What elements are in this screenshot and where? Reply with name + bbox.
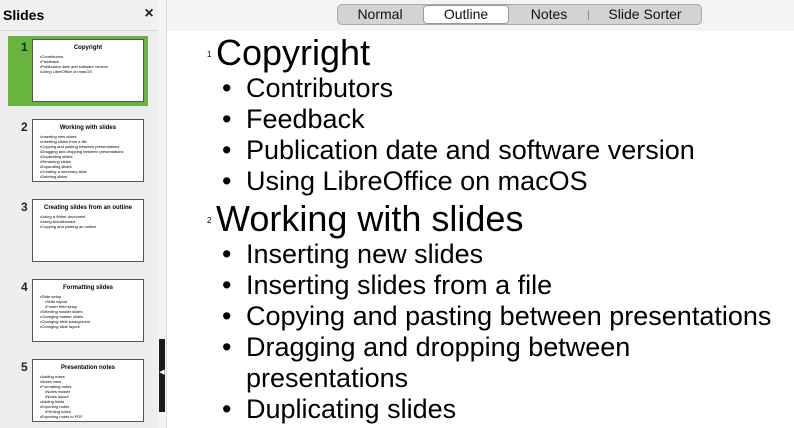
slide-number: 4 <box>21 280 28 294</box>
outline-bullet[interactable]: Copying and pasting between presentation… <box>246 301 771 332</box>
thumb-item: Deleting slides <box>40 174 143 179</box>
outline-bullet[interactable]: Publication date and software version <box>246 135 695 166</box>
slides-pane: Slides × 1 Copyright Contributors Feedba… <box>0 0 159 428</box>
bullet-icon: • <box>222 73 232 103</box>
outline-bullet[interactable]: Dragging and dropping between <box>246 332 630 363</box>
tab-slide-sorter[interactable]: Slide Sorter <box>590 5 700 24</box>
slide-number: 1 <box>21 40 28 54</box>
slide-preview: Formatting slides Slide setup Slide layo… <box>32 279 144 342</box>
slide-preview: Copyright Contributors Feedback Publicat… <box>32 39 144 102</box>
thumb-item: Exporting notes to PDF <box>40 414 143 419</box>
bullet-icon: • <box>222 239 232 269</box>
tab-notes[interactable]: Notes <box>510 5 588 24</box>
bullet-icon: • <box>222 394 232 424</box>
bullet-icon: • <box>222 104 232 134</box>
tab-normal[interactable]: Normal <box>338 5 422 24</box>
bullet-icon: • <box>222 332 232 362</box>
outline-slide-number: 2 <box>207 216 212 225</box>
slide-thumbnail-3[interactable]: 3 Creating slides from an outline Using … <box>8 196 148 266</box>
thumb-title: Presentation notes <box>60 365 115 371</box>
tab-outline[interactable]: Outline <box>423 5 509 24</box>
slides-pane-header: Slides × <box>0 0 158 31</box>
bullet-icon: • <box>222 166 232 196</box>
slide-thumbnail-5[interactable]: 5 Presentation notes Adding notes Notes … <box>8 356 148 426</box>
bullet-icon: • <box>222 270 232 300</box>
outline-bullet[interactable]: Using LibreOffice on macOS <box>246 166 588 197</box>
outline-bullet[interactable]: Duplicating slides <box>246 394 456 425</box>
thumb-item: Copying and pasting an outline <box>40 224 143 229</box>
pane-splitter[interactable]: ◀ <box>158 0 167 428</box>
outline-view[interactable]: 1 Copyright • Contributors • Feedback • … <box>167 31 794 428</box>
slides-pane-title: Slides <box>3 7 45 23</box>
bullet-icon: • <box>222 135 232 165</box>
bullet-icon: • <box>222 301 232 331</box>
slide-number: 2 <box>21 120 28 134</box>
thumb-title: Copyright <box>73 45 103 51</box>
thumb-title: Working with slides <box>59 125 117 131</box>
view-tabs: Normal Outline Notes Slide Sorter <box>337 4 702 25</box>
slide-number: 5 <box>21 360 28 374</box>
slide-thumbnail-4[interactable]: 4 Formatting slides Slide setup Slide la… <box>8 276 148 346</box>
slide-thumbnail-1[interactable]: 1 Copyright Contributors Feedback Public… <box>8 36 148 106</box>
collapse-arrow-icon: ◀ <box>159 369 165 376</box>
outline-bullet[interactable]: Inserting new slides <box>246 239 483 270</box>
thumb-item: Using LibreOffice on macOS <box>40 69 143 74</box>
outline-title-text[interactable]: Copyright <box>216 33 370 73</box>
slide-thumbnail-2[interactable]: 2 Working with slides Inserting new slid… <box>8 116 148 186</box>
slide-preview: Creating slides from an outline Using a … <box>32 199 144 262</box>
outline-bullet[interactable]: Inserting slides from a file <box>246 270 552 301</box>
view-switcher-bar: Normal Outline Notes Slide Sorter <box>167 0 794 31</box>
collapse-pane-button[interactable]: ◀ <box>159 339 165 412</box>
outline-slide-number: 1 <box>207 50 212 59</box>
outline-bullet[interactable]: Contributors <box>246 73 393 104</box>
tab-separator <box>588 10 589 20</box>
close-icon[interactable]: × <box>141 5 157 23</box>
thumb-item: Changing slide layout <box>40 324 143 329</box>
slide-preview: Working with slides Inserting new slides… <box>32 119 144 182</box>
thumb-title: Creating slides from an outline <box>43 205 132 211</box>
outline-bullet-continuation[interactable]: presentations <box>246 363 408 394</box>
slide-number: 3 <box>21 200 28 214</box>
outline-bullet[interactable]: Feedback <box>246 104 365 135</box>
thumb-title: Formatting slides <box>62 285 113 291</box>
outline-title-text[interactable]: Working with slides <box>216 199 523 239</box>
slide-preview: Presentation notes Adding notes Notes vi… <box>32 359 144 422</box>
